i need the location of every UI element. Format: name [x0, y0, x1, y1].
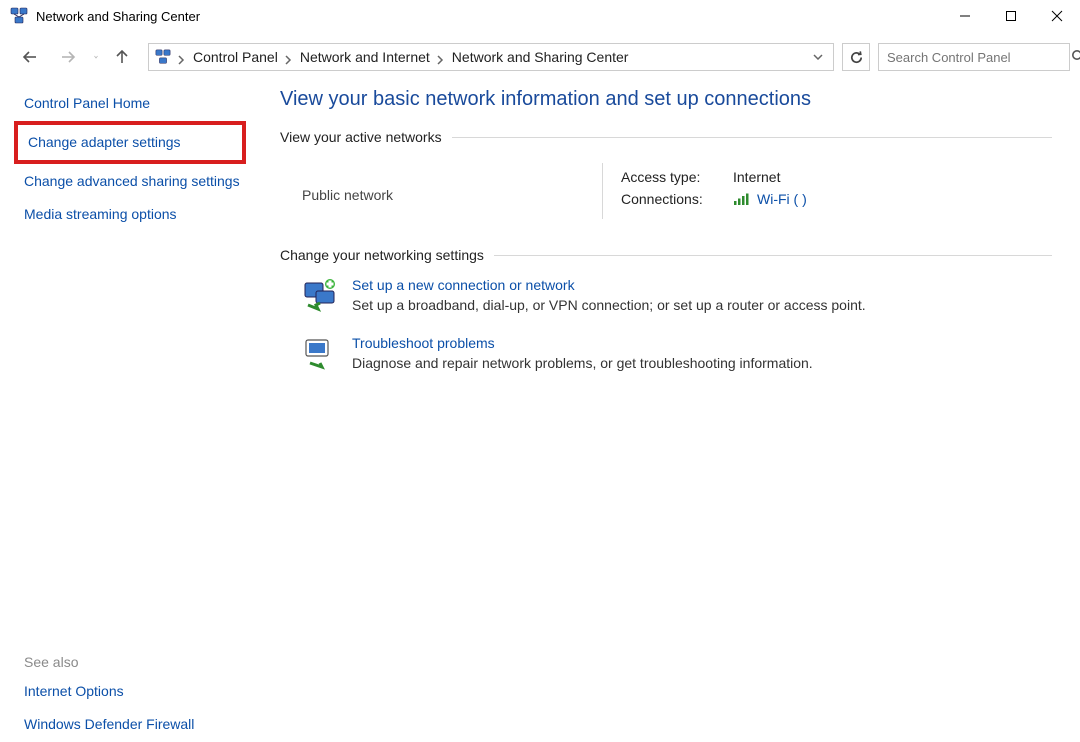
search-icon [1071, 49, 1080, 65]
see-also-internet-options[interactable]: Internet Options [24, 682, 240, 701]
breadcrumb-root[interactable]: Control Panel [193, 49, 278, 65]
close-button[interactable] [1034, 0, 1080, 32]
access-type-value: Internet [733, 169, 780, 185]
section-label: Change your networking settings [280, 247, 484, 263]
window-title: Network and Sharing Center [36, 9, 942, 24]
task-troubleshoot: Troubleshoot problems Diagnose and repai… [302, 335, 1052, 371]
window-controls [942, 0, 1080, 32]
breadcrumb-icon [155, 49, 171, 65]
connections-link[interactable]: Wi-Fi ( ) [733, 191, 807, 207]
section-label: View your active networks [280, 129, 442, 145]
history-dropdown[interactable] [94, 48, 98, 66]
see-also-firewall[interactable]: Windows Defender Firewall [24, 715, 240, 734]
task-troubleshoot-link[interactable]: Troubleshoot problems [352, 335, 813, 351]
search-input[interactable] [885, 49, 1065, 66]
sidebar-item-adapter-settings[interactable]: Change adapter settings [28, 133, 232, 152]
sidebar-item-media-streaming[interactable]: Media streaming options [24, 205, 240, 224]
sidebar: Control Panel Home Change adapter settin… [0, 80, 250, 742]
task-troubleshoot-desc: Diagnose and repair network problems, or… [352, 355, 813, 371]
refresh-button[interactable] [842, 43, 870, 71]
connections-value: Wi-Fi ( ) [757, 191, 807, 207]
network-type: Public network [302, 187, 602, 203]
forward-button[interactable] [56, 45, 80, 69]
active-networks-header: View your active networks [280, 129, 1052, 145]
breadcrumb-leaf[interactable]: Network and Sharing Center [452, 49, 629, 65]
highlighted-item: Change adapter settings [14, 121, 246, 164]
minimize-button[interactable] [942, 0, 988, 32]
up-button[interactable] [110, 45, 134, 69]
maximize-button[interactable] [988, 0, 1034, 32]
see-also-heading: See also [24, 654, 240, 670]
back-button[interactable] [18, 45, 42, 69]
sidebar-item-advanced-sharing[interactable]: Change advanced sharing settings [24, 172, 240, 191]
title-bar: Network and Sharing Center [0, 0, 1080, 32]
active-network: Public network Access type: Internet Con… [302, 163, 1052, 219]
address-row: Control Panel Network and Internet Netwo… [0, 40, 1080, 74]
troubleshoot-icon [302, 335, 338, 371]
main-content: View your basic network information and … [250, 80, 1080, 742]
task-setup-desc: Set up a broadband, dial-up, or VPN conn… [352, 297, 866, 313]
network-center-icon [10, 7, 28, 25]
wifi-signal-icon [733, 192, 751, 206]
sidebar-item-home[interactable]: Control Panel Home [24, 94, 240, 113]
task-setup-connection: Set up a new connection or network Set u… [302, 277, 1052, 313]
chevron-right-icon [436, 52, 446, 62]
change-settings-header: Change your networking settings [280, 247, 1052, 263]
breadcrumb-mid[interactable]: Network and Internet [300, 49, 430, 65]
address-dropdown[interactable] [809, 48, 827, 66]
page-title: View your basic network information and … [280, 88, 1052, 111]
task-setup-link[interactable]: Set up a new connection or network [352, 277, 866, 293]
chevron-right-icon [177, 52, 187, 62]
search-box[interactable] [878, 43, 1070, 71]
chevron-right-icon [284, 52, 294, 62]
access-type-label: Access type: [621, 169, 733, 185]
setup-connection-icon [302, 277, 338, 313]
address-bar[interactable]: Control Panel Network and Internet Netwo… [148, 43, 834, 71]
connections-label: Connections: [621, 191, 733, 207]
